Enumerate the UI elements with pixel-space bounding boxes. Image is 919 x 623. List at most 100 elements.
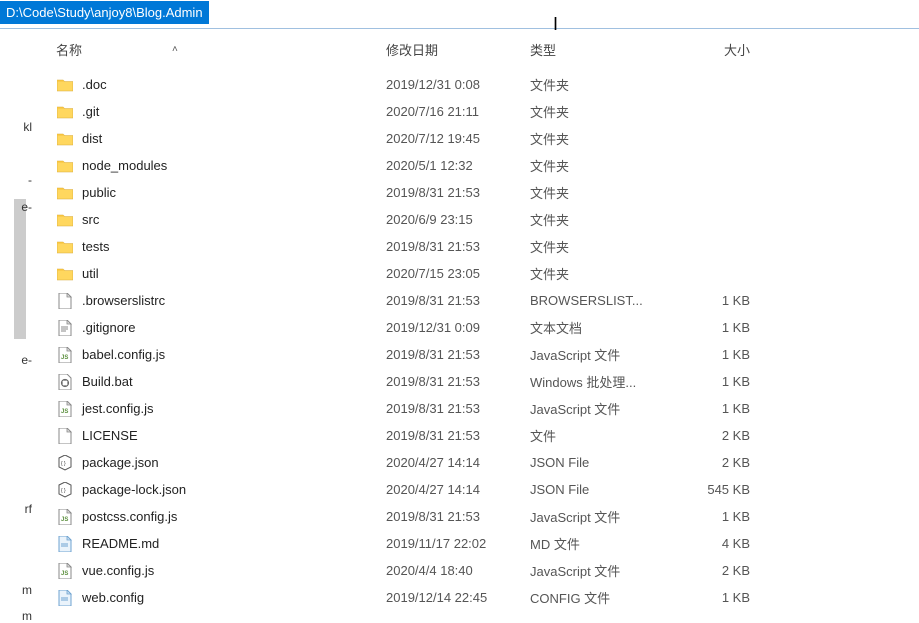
file-size-cell: 1 KB xyxy=(680,401,780,416)
folder-icon xyxy=(56,265,74,283)
file-row[interactable]: .browserslistrc2019/8/31 21:53BROWSERSLI… xyxy=(56,287,919,314)
column-name-header[interactable]: 名称 ˄ xyxy=(56,40,386,59)
tree-text-fragment: m xyxy=(22,609,32,623)
file-name-label: .gitignore xyxy=(82,320,135,335)
file-type-cell: 文件夹 xyxy=(530,210,680,229)
column-size-header[interactable]: 大小 xyxy=(680,40,780,59)
svg-text:JS: JS xyxy=(61,571,68,577)
file-row[interactable]: LICENSE 2019/8/31 21:53文件2 KB xyxy=(56,422,919,449)
file-name-cell: tests xyxy=(56,238,386,256)
file-name-label: src xyxy=(82,212,99,227)
file-name-cell: util xyxy=(56,265,386,283)
file-name-label: dist xyxy=(82,131,102,146)
file-date-cell: 2020/4/27 14:14 xyxy=(386,482,530,497)
tree-text-fragment: rf xyxy=(25,502,32,516)
file-size-cell: 545 KB xyxy=(680,482,780,497)
json-icon: { } xyxy=(56,481,74,499)
tree-text-fragment: - xyxy=(28,173,32,187)
file-date-cell: 2019/8/31 21:53 xyxy=(386,428,530,443)
bat-icon xyxy=(56,373,74,391)
file-name-cell: src xyxy=(56,211,386,229)
file-name-cell: { }package.json xyxy=(56,454,386,472)
file-row[interactable]: { }package-lock.json2020/4/27 14:14JSON … xyxy=(56,476,919,503)
file-name-label: LICENSE xyxy=(82,428,138,443)
column-date-header[interactable]: 修改日期 xyxy=(386,40,530,59)
file-date-cell: 2019/8/31 21:53 xyxy=(386,347,530,362)
folder-icon xyxy=(56,157,74,175)
json-icon: { } xyxy=(56,454,74,472)
file-type-cell: 文件夹 xyxy=(530,129,680,148)
svg-text:{ }: { } xyxy=(61,461,66,467)
address-path[interactable]: D:\Code\Study\anjoy8\Blog.Admin xyxy=(0,1,209,24)
file-name-cell: web.config xyxy=(56,589,386,607)
file-date-cell: 2020/4/27 14:14 xyxy=(386,455,530,470)
file-type-cell: BROWSERSLIST... xyxy=(530,293,680,308)
file-date-cell: 2019/8/31 21:53 xyxy=(386,401,530,416)
file-name-cell: JSvue.config.js xyxy=(56,562,386,580)
file-row[interactable]: tests2019/8/31 21:53文件夹 xyxy=(56,233,919,260)
file-icon xyxy=(56,292,74,310)
folder-icon xyxy=(56,130,74,148)
file-row[interactable]: node_modules2020/5/1 12:32文件夹 xyxy=(56,152,919,179)
file-row[interactable]: .gitignore2019/12/31 0:09文本文档1 KB xyxy=(56,314,919,341)
file-size-cell: 2 KB xyxy=(680,563,780,578)
svg-text:JS: JS xyxy=(61,355,68,361)
file-row[interactable]: web.config2019/12/14 22:45CONFIG 文件1 KB xyxy=(56,584,919,611)
file-row[interactable]: Build.bat2019/8/31 21:53Windows 批处理...1 … xyxy=(56,368,919,395)
file-name-cell: JS jest.config.js xyxy=(56,400,386,418)
file-row[interactable]: README.md2019/11/17 22:02MD 文件4 KB xyxy=(56,530,919,557)
file-date-cell: 2020/7/16 21:11 xyxy=(386,104,530,119)
folder-icon xyxy=(56,238,74,256)
file-name-cell: { }package-lock.json xyxy=(56,481,386,499)
file-date-cell: 2019/12/31 0:08 xyxy=(386,77,530,92)
file-type-cell: 文件夹 xyxy=(530,156,680,175)
file-row[interactable]: util2020/7/15 23:05文件夹 xyxy=(56,260,919,287)
svg-text:JS: JS xyxy=(61,409,68,415)
file-row[interactable]: .git2020/7/16 21:11文件夹 xyxy=(56,98,919,125)
tree-text-fragment: m xyxy=(22,583,32,597)
file-row[interactable]: .doc2019/12/31 0:08文件夹 xyxy=(56,71,919,98)
file-name-cell: LICENSE xyxy=(56,427,386,445)
left-scrollbar[interactable] xyxy=(14,199,26,339)
file-row[interactable]: JS jest.config.js 2019/8/31 21:53JavaScrip… xyxy=(56,395,919,422)
file-row[interactable]: dist2020/7/12 19:45文件夹 xyxy=(56,125,919,152)
file-size-cell: 1 KB xyxy=(680,509,780,524)
file-name-label: .browserslistrc xyxy=(82,293,165,308)
file-type-cell: 文件夹 xyxy=(530,264,680,283)
column-type-header[interactable]: 类型 xyxy=(530,40,680,59)
file-name-label: .doc xyxy=(82,77,107,92)
file-date-cell: 2020/5/1 12:32 xyxy=(386,158,530,173)
file-row[interactable]: public2019/8/31 21:53文件夹 xyxy=(56,179,919,206)
file-name-cell: node_modules xyxy=(56,157,386,175)
file-name-cell: JSbabel.config.js xyxy=(56,346,386,364)
file-row[interactable]: JSbabel.config.js2019/8/31 21:53JavaScri… xyxy=(56,341,919,368)
file-name-label: .git xyxy=(82,104,99,119)
file-date-cell: 2019/11/17 22:02 xyxy=(386,536,530,551)
file-date-cell: 2019/8/31 21:53 xyxy=(386,239,530,254)
js-icon: JS xyxy=(56,400,74,418)
file-name-label: jest.config.js xyxy=(82,401,154,416)
file-date-cell: 2020/4/4 18:40 xyxy=(386,563,530,578)
config-icon xyxy=(56,589,74,607)
file-size-cell: 2 KB xyxy=(680,428,780,443)
file-size-cell: 4 KB xyxy=(680,536,780,551)
tree-text-fragment: e- xyxy=(21,353,32,367)
file-row[interactable]: JSpostcss.config.js2019/8/31 21:53JavaSc… xyxy=(56,503,919,530)
file-name-label: web.config xyxy=(82,590,144,605)
column-headers: 名称 ˄ 修改日期 类型 大小 xyxy=(34,30,919,71)
file-type-cell: 文件 xyxy=(530,426,680,445)
column-name-label: 名称 xyxy=(56,40,82,59)
svg-text:JS: JS xyxy=(61,517,68,523)
file-row[interactable]: src2020/6/9 23:15文件夹 xyxy=(56,206,919,233)
file-size-cell: 1 KB xyxy=(680,347,780,362)
file-date-cell: 2019/12/31 0:09 xyxy=(386,320,530,335)
file-row[interactable]: { }package.json2020/4/27 14:14JSON File2… xyxy=(56,449,919,476)
folder-icon xyxy=(56,103,74,121)
file-type-cell: 文本文档 xyxy=(530,318,680,337)
file-row[interactable]: JSvue.config.js2020/4/4 18:40JavaScript … xyxy=(56,557,919,584)
file-type-cell: JavaScript 文件 xyxy=(530,399,680,418)
file-type-cell: JSON File xyxy=(530,455,680,470)
file-icon xyxy=(56,427,74,445)
file-type-cell: JavaScript 文件 xyxy=(530,507,680,526)
file-name-cell: .doc xyxy=(56,76,386,94)
